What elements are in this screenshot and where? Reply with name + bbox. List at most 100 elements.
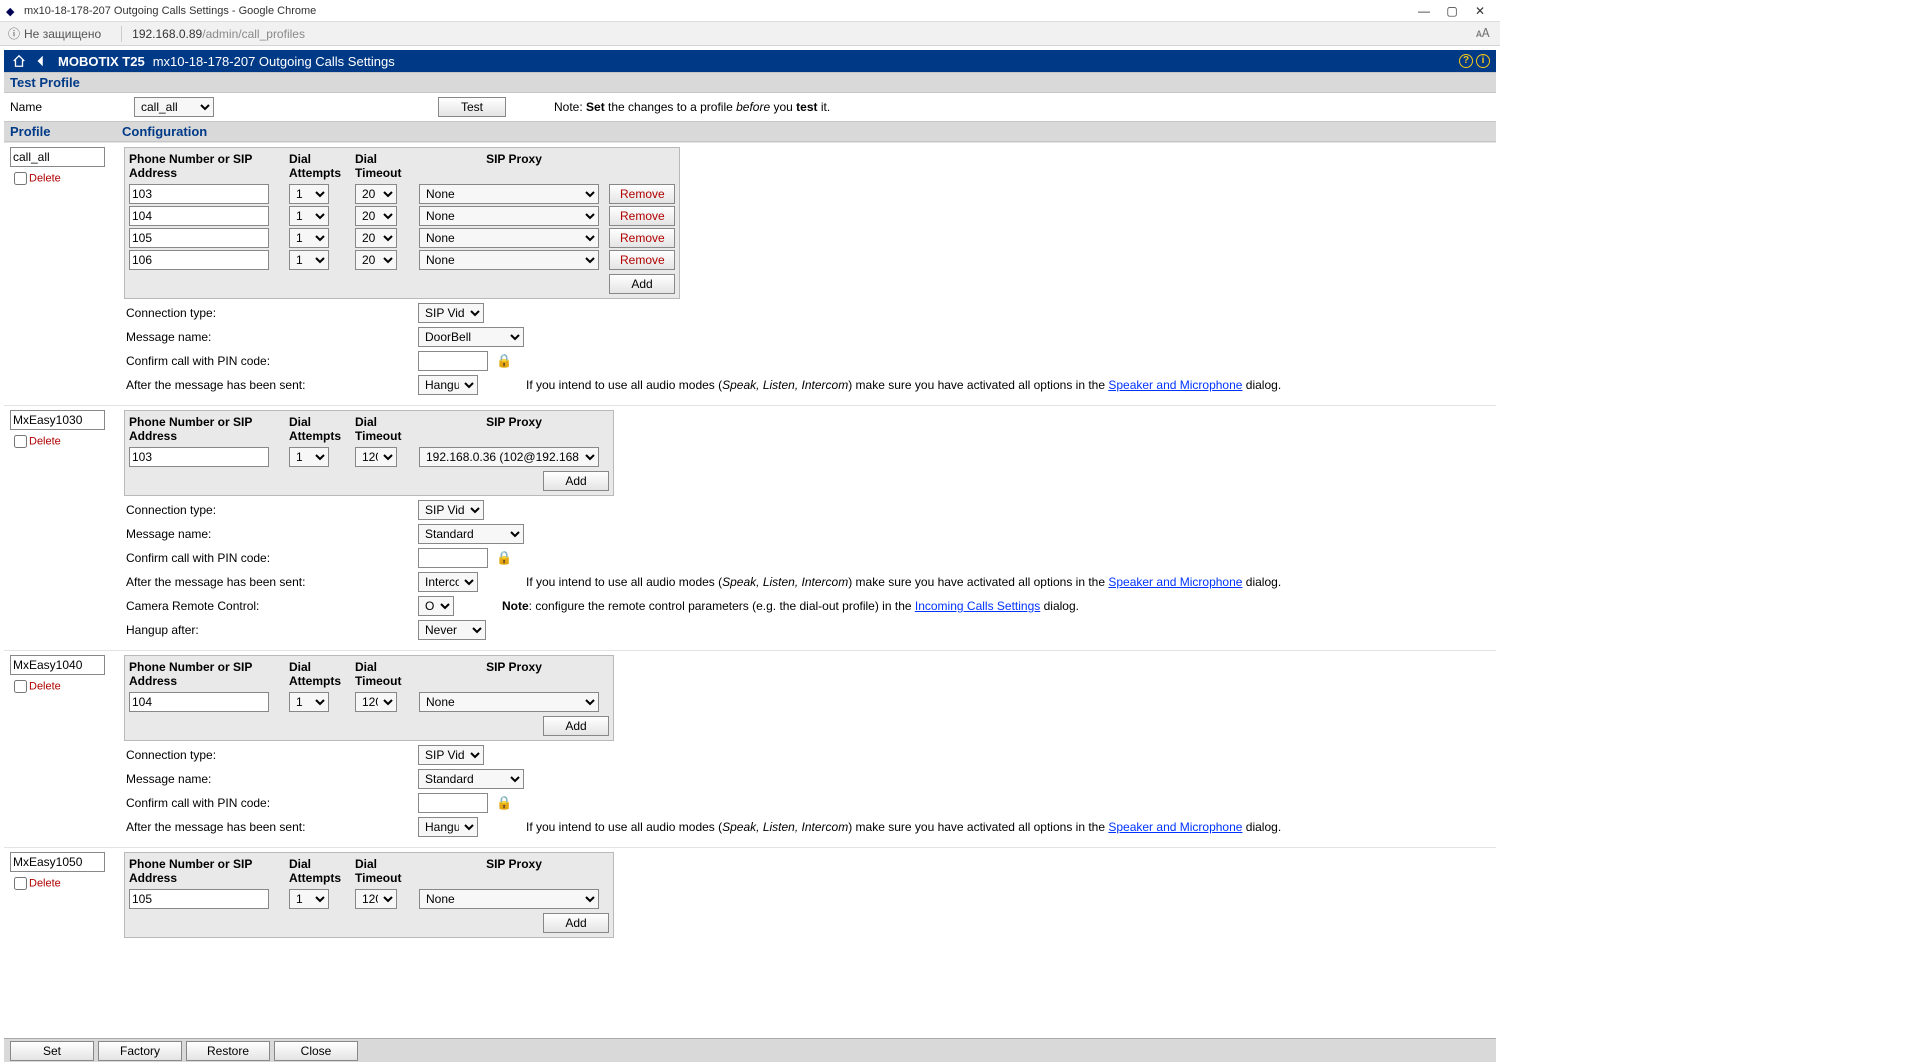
dial-row: 1 20 None Remove	[129, 228, 675, 248]
dial-attempts-select[interactable]: 1	[289, 206, 329, 226]
message-name-select[interactable]: DoorBell	[418, 327, 524, 347]
app-header: MOBOTIX T25 mx10-18-178-207 Outgoing Cal…	[4, 50, 1496, 72]
config-label: Connection type:	[126, 306, 418, 320]
after-sent-select[interactable]: Hangup	[418, 375, 478, 395]
delete-label: Delete	[29, 172, 61, 184]
sip-proxy-select[interactable]: None	[419, 228, 599, 248]
dial-attempts-select[interactable]: 1	[289, 692, 329, 712]
window-close-button[interactable]: ✕	[1466, 4, 1494, 18]
remove-button[interactable]: Remove	[609, 250, 675, 270]
remove-button[interactable]: Remove	[609, 228, 675, 248]
config-label: Message name:	[126, 527, 418, 541]
dial-attempts-select[interactable]: 1	[289, 228, 329, 248]
sip-proxy-select[interactable]: None	[419, 184, 599, 204]
set-button[interactable]: Set	[10, 1041, 94, 1061]
translate-icon[interactable]: 🗚	[1476, 26, 1492, 42]
brand-label: MOBOTIX T25	[58, 54, 145, 69]
dial-row: 1 20 None Remove	[129, 250, 675, 270]
profile-name-input[interactable]	[10, 410, 105, 430]
window-minimize-button[interactable]: —	[1410, 4, 1438, 18]
dial-row: 1 20 None Remove	[129, 206, 675, 226]
window-maximize-button[interactable]: ▢	[1438, 4, 1466, 18]
config-label: Confirm call with PIN code:	[126, 796, 418, 810]
col-proxy: SIP Proxy	[419, 415, 609, 443]
col-phone: Phone Number or SIP Address	[129, 660, 289, 688]
lock-icon: 🔒	[496, 550, 512, 565]
delete-checkbox[interactable]	[14, 877, 27, 890]
sip-proxy-select[interactable]: 192.168.0.36 (102@192.168.0.36)	[419, 447, 599, 467]
dial-timeout-select[interactable]: 20	[355, 184, 397, 204]
confirm-pin-input[interactable]	[418, 351, 488, 371]
dial-timeout-select[interactable]: 20	[355, 250, 397, 270]
add-button[interactable]: Add	[543, 471, 609, 491]
delete-checkbox[interactable]	[14, 680, 27, 693]
dial-attempts-select[interactable]: 1	[289, 250, 329, 270]
confirm-pin-input[interactable]	[418, 793, 488, 813]
message-name-select[interactable]: Standard	[418, 769, 524, 789]
back-icon[interactable]	[32, 52, 50, 70]
sip-proxy-select[interactable]: None	[419, 206, 599, 226]
connection-type-select[interactable]: SIP Video	[418, 303, 484, 323]
test-button[interactable]: Test	[438, 97, 506, 117]
phone-input[interactable]	[129, 206, 269, 226]
dial-timeout-select[interactable]: 20	[355, 228, 397, 248]
camera-remote-select[interactable]: On	[418, 596, 454, 616]
col-timeout: Dial Timeout	[355, 152, 419, 180]
confirm-pin-input[interactable]	[418, 548, 488, 568]
factory-button[interactable]: Factory	[98, 1041, 182, 1061]
sip-proxy-select[interactable]: None	[419, 889, 599, 909]
dial-row: 1 120 192.168.0.36 (102@192.168.0.36)	[129, 447, 609, 467]
close-button[interactable]: Close	[274, 1041, 358, 1061]
remove-button[interactable]: Remove	[609, 184, 675, 204]
url-host: 192.168.0.89	[132, 27, 202, 41]
speaker-mic-link[interactable]: Speaker and Microphone	[1108, 378, 1242, 392]
config-label: Hangup after:	[126, 623, 418, 637]
sip-proxy-select[interactable]: None	[419, 692, 599, 712]
dial-attempts-select[interactable]: 1	[289, 447, 329, 467]
delete-checkbox[interactable]	[14, 172, 27, 185]
phone-input[interactable]	[129, 228, 269, 248]
connection-type-select[interactable]: SIP Video	[418, 500, 484, 520]
profile-name-input[interactable]	[10, 147, 105, 167]
col-timeout: Dial Timeout	[355, 857, 419, 885]
profile-name-input[interactable]	[10, 655, 105, 675]
config-label: After the message has been sent:	[126, 820, 418, 834]
after-sent-select[interactable]: Hangup	[418, 817, 478, 837]
add-button[interactable]: Add	[609, 274, 675, 294]
restore-button[interactable]: Restore	[186, 1041, 270, 1061]
phone-input[interactable]	[129, 447, 269, 467]
name-label: Name	[10, 100, 128, 114]
message-name-select[interactable]: Standard	[418, 524, 524, 544]
remove-button[interactable]: Remove	[609, 206, 675, 226]
profile-select[interactable]: call_all	[134, 97, 214, 117]
sip-proxy-select[interactable]: None	[419, 250, 599, 270]
dial-attempts-select[interactable]: 1	[289, 184, 329, 204]
config-label: Message name:	[126, 772, 418, 786]
dial-attempts-select[interactable]: 1	[289, 889, 329, 909]
after-sent-select[interactable]: Intercom	[418, 572, 478, 592]
dial-timeout-select[interactable]: 20	[355, 206, 397, 226]
browser-titlebar: ◆ mx10-18-178-207 Outgoing Calls Setting…	[0, 0, 1500, 22]
dial-row: 1 20 None Remove	[129, 184, 675, 204]
info-icon-header[interactable]: i	[1476, 54, 1490, 68]
lock-icon: 🔒	[496, 795, 512, 810]
phone-input[interactable]	[129, 250, 269, 270]
help-icon[interactable]: ?	[1459, 54, 1473, 68]
browser-address-bar[interactable]: ⓘ Не защищено 192.168.0.89/admin/call_pr…	[0, 22, 1500, 46]
speaker-mic-link[interactable]: Speaker and Microphone	[1108, 575, 1242, 589]
phone-input[interactable]	[129, 692, 269, 712]
phone-input[interactable]	[129, 889, 269, 909]
profile-name-input[interactable]	[10, 852, 105, 872]
delete-checkbox[interactable]	[14, 435, 27, 448]
add-button[interactable]: Add	[543, 716, 609, 736]
dial-timeout-select[interactable]: 120	[355, 692, 397, 712]
incoming-calls-link[interactable]: Incoming Calls Settings	[915, 599, 1040, 613]
dial-timeout-select[interactable]: 120	[355, 447, 397, 467]
add-button[interactable]: Add	[543, 913, 609, 933]
dial-timeout-select[interactable]: 120	[355, 889, 397, 909]
hangup-after-select[interactable]: Never	[418, 620, 486, 640]
connection-type-select[interactable]: SIP Video	[418, 745, 484, 765]
home-icon[interactable]	[10, 52, 28, 70]
speaker-mic-link[interactable]: Speaker and Microphone	[1108, 820, 1242, 834]
phone-input[interactable]	[129, 184, 269, 204]
